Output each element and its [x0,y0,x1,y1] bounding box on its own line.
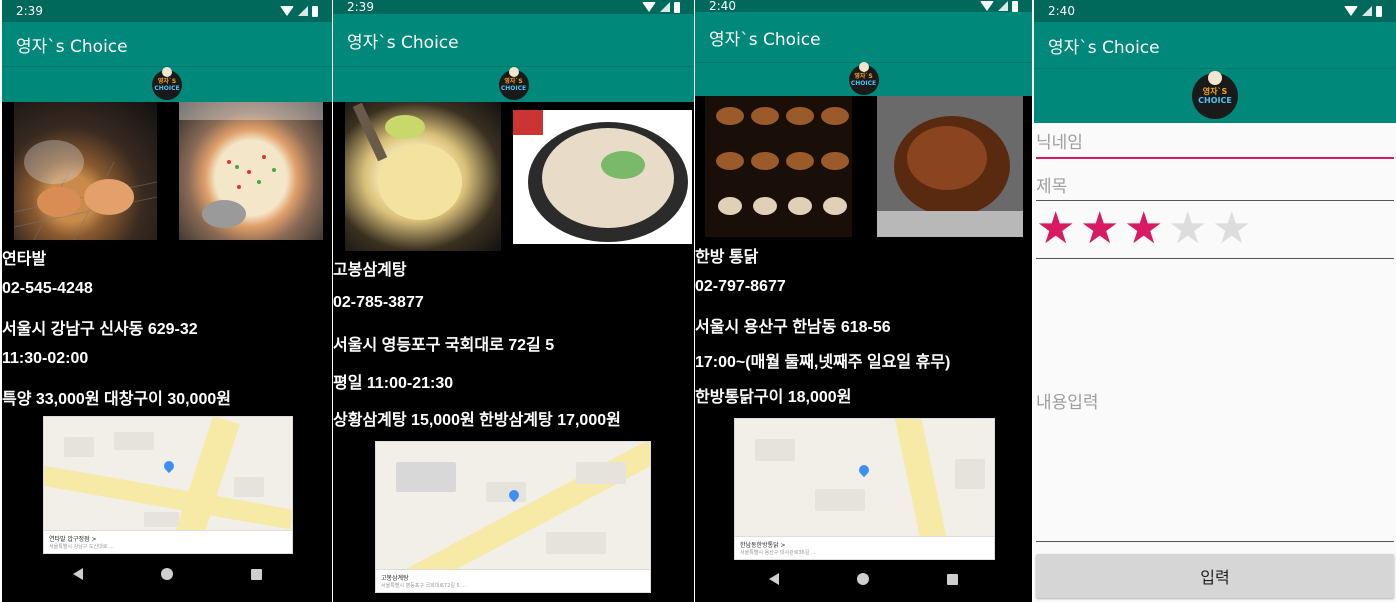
restaurant-phone: 02-545-4248 [2,280,93,297]
back-icon[interactable] [769,573,779,585]
location-map[interactable]: 한남동한방통닭 > 서울특별시 용산구 대사관로36길 ... [734,418,995,560]
back-icon[interactable] [72,568,83,580]
star-icon[interactable]: ★ [1168,207,1207,251]
battery-icon [1012,0,1018,12]
restaurant-phone: 02-797-8677 [695,278,786,295]
star-icon[interactable]: ★ [1080,207,1119,251]
food-photo-samgyetang-ladle [345,102,501,251]
restaurant-hours: 11:30-02:00 [2,350,89,367]
food-photo-samgyetang-pot [513,110,692,244]
restaurant-menu: 특양 33,000원 대창구이 30,000원 [2,391,231,408]
rotisserie-icon [716,107,849,215]
home-icon[interactable] [160,568,173,580]
app-title: 영자`s Choice [1048,37,1160,58]
status-time: 2:39 [16,4,43,18]
food-photo-rotisserie [705,96,852,237]
signal-icon [998,1,1008,11]
title-field[interactable]: 제목 [1036,172,1394,201]
logo: 영자`S CHOICE [498,66,529,100]
restaurant-address: 서울시 용산구 한남동 618-56 [695,319,891,336]
battery-icon [674,1,680,13]
chicken-icon [352,102,462,220]
map-pin-icon [161,458,177,474]
status-bar: 2:40 [695,0,1032,13]
status-time: 2:40 [1048,4,1075,18]
logo: 영자`S CHOICE [848,61,879,95]
logo-band: 영자`S CHOICE [1034,68,1396,123]
title-placeholder: 제목 [1036,177,1068,197]
cheese-icon [179,102,323,228]
signal-icon [298,6,308,16]
app-title: 영자`s Choice [347,32,459,53]
food-photo-cheese-rice [179,102,323,240]
logo: 영자`S CHOICE [1192,71,1238,119]
logo: 영자`S CHOICE [152,66,182,100]
restaurant-name: 고봉삼계탕 [333,262,407,279]
screen-hanbang-tongdak: 2:40 영자`s Choice 영자`S CHOICE 한방 통닭 02-797… [695,0,1032,602]
restaurant-hours: 17:00~(매월 둘째,넷째주 일요일 휴무) [695,354,951,371]
location-map[interactable]: 고봉삼계탕 서울특별시 영등포구 국회대로72길 5 ... [375,441,651,593]
map-pin-icon [856,462,872,478]
content-placeholder: 내용입력 [1036,393,1099,413]
home-icon[interactable] [857,573,869,585]
nickname-field[interactable]: 닉네임 [1036,128,1394,159]
grill-icon [14,140,157,240]
nickname-placeholder: 닉네임 [1036,133,1083,153]
app-toolbar: 영자`s Choice [2,22,332,66]
location-map[interactable]: 연타발 압구정점 > 서울특별시 강남구 도산대로 ... [43,416,293,554]
restaurant-address: 서울시 영등포구 국회대로 72길 5 [333,337,555,354]
star-icon[interactable]: ★ [1124,207,1163,251]
app-toolbar: 영자`s Choice [1034,22,1396,68]
status-bar: 2:39 [2,0,332,22]
restaurant-name: 한방 통닭 [695,249,759,266]
logo-band: 영자`S CHOICE [333,66,694,102]
wifi-icon [642,2,656,12]
screen-review-form: 2:40 영자`s Choice 영자`S CHOICE 닉네임 제목 ★ ★ ★… [1034,0,1396,602]
logo-band: 영자`S CHOICE [2,66,332,102]
signal-icon [660,2,670,12]
restaurant-info: 연타발 02-545-4248 서울시 강남구 신사동 629-32 11:30… [2,245,231,420]
pot-icon [513,110,688,242]
screen-yeontabal: 2:39 영자`s Choice 영자`S CHOICE 연타발 02-545-4… [2,0,332,602]
chicken-icon [877,116,1023,237]
restaurant-address: 서울시 강남구 신사동 629-32 [2,321,198,338]
wifi-icon [980,1,994,11]
nav-bar [695,564,1032,594]
food-photo-grilled-tripe [14,102,157,240]
content-field[interactable]: 내용입력 [1036,260,1394,542]
status-bar: 2:39 [333,0,694,14]
restaurant-menu: 한방통닭구이 18,000원 [695,389,852,406]
star-icon[interactable]: ★ [1036,207,1075,251]
restaurant-name: 연타발 [2,251,47,268]
nav-bar [2,559,332,589]
status-bar: 2:40 [1034,0,1396,22]
restaurant-menu: 상황삼계탕 15,000원 한방삼계탕 17,000원 [333,412,621,429]
logo-band: 영자`S CHOICE [695,61,1032,96]
status-time: 2:39 [347,0,374,14]
signal-icon [1362,6,1372,16]
recents-icon[interactable] [250,568,262,580]
app-title: 영자`s Choice [709,29,821,50]
wifi-icon [1344,6,1358,16]
restaurant-phone: 02-785-3877 [333,293,424,311]
app-toolbar: 영자`s Choice [333,14,694,66]
screen-gobong-samgyetang: 2:39 영자`s Choice 영자`S CHOICE 고봉삼계탕 02-785… [333,0,694,602]
app-title: 영자`s Choice [16,36,128,57]
food-photo-roast-chicken [877,96,1023,237]
rating-bar[interactable]: ★ ★ ★ ★ ★ [1034,207,1264,253]
star-icon[interactable]: ★ [1212,207,1251,251]
restaurant-hours: 평일 11:00-21:30 [333,374,454,392]
battery-icon [1376,5,1382,17]
recents-icon[interactable] [947,573,958,585]
app-toolbar: 영자`s Choice [695,12,1032,62]
restaurant-info: 고봉삼계탕 02-785-3877 서울시 영등포구 국회대로 72길 5 평일… [333,256,621,444]
restaurant-info: 한방 통닭 02-797-8677 서울시 용산구 한남동 618-56 17:… [695,243,950,418]
battery-icon [312,5,318,17]
wifi-icon [280,6,294,16]
submit-button[interactable]: 입력 [1036,554,1394,598]
